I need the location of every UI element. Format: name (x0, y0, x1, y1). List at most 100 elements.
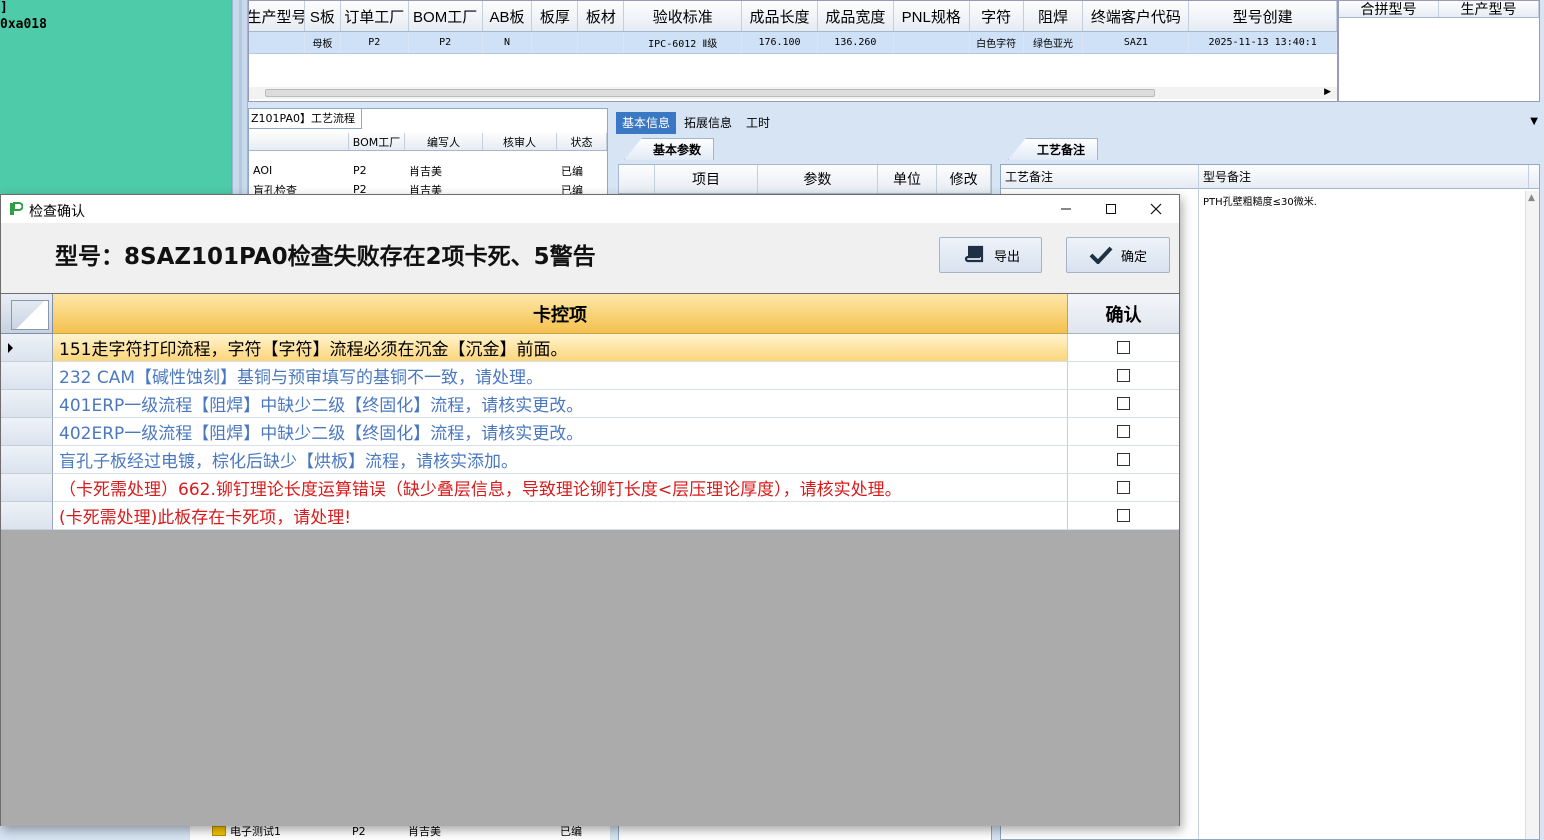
model-grid-cell (249, 32, 305, 53)
confirm-checkbox[interactable] (1117, 341, 1130, 354)
process-panel-title: Z101PA0】工艺流程 (249, 109, 362, 129)
param-row-header (619, 165, 655, 193)
confirm-cell (1068, 474, 1179, 502)
model-note-text[interactable]: PTH孔壁粗糙度≤30微米. (1203, 193, 1317, 208)
select-all-corner[interactable] (1, 294, 53, 334)
confirm-label: 确定 (1121, 249, 1148, 265)
maximize-button[interactable] (1088, 195, 1134, 223)
model-grid: 生产型号 S板 订单工厂 BOM工厂 AB板 板厚 板材 验收标准 成品长度 成品宽度 PNL规格字… (248, 0, 1338, 102)
confirm-checkbox[interactable] (1117, 369, 1130, 382)
book-icon (964, 245, 984, 263)
merge-grid: 合拼型号 生产型号 (1338, 0, 1540, 102)
confirm-cell (1068, 418, 1179, 446)
dialog-titlebar[interactable]: 检查确认 (1, 195, 1179, 223)
row-header[interactable] (1, 474, 53, 502)
model-grid-cell: 136.260 (818, 32, 894, 53)
check-confirm-dialog: 检查确认 型号：8SAZ101PA0检查失败存在2项卡死、5警告 导出 确定 卡… (0, 194, 1180, 826)
row-header[interactable] (1, 362, 53, 390)
horizontal-scrollbar[interactable]: ▶ (249, 87, 1337, 99)
minimize-button[interactable] (1043, 195, 1089, 223)
merge-grid-col-header[interactable]: 合拼型号 (1339, 1, 1439, 17)
model-grid-col-header[interactable]: BOM工厂 (409, 1, 483, 31)
check-result-heading: 型号：8SAZ101PA0检查失败存在2项卡死、5警告 (55, 244, 596, 270)
row-header[interactable] (1, 334, 53, 362)
check-item-row[interactable]: (卡死需处理)此板存在卡死项，请处理! (1, 502, 1179, 530)
tab-work-hours[interactable]: 工时 (740, 112, 776, 134)
check-item-text: 401ERP一级流程【阻焊】中缺少二级【终固化】流程，请核实更改。 (53, 390, 1068, 418)
confirm-checkbox[interactable] (1117, 481, 1130, 494)
notes-header: 工艺备注 型号备注 (1001, 165, 1539, 189)
model-grid-col-header[interactable]: 生产型号 (249, 1, 305, 31)
check-item-row[interactable]: 401ERP一级流程【阻焊】中缺少二级【终固化】流程，请核实更改。 (1, 390, 1179, 418)
check-item-row[interactable]: （卡死需处理）662.铆钉理论长度运算错误（缺少叠层信息，导致理论铆钉长度<层压… (1, 474, 1179, 502)
confirm-button[interactable]: 确定 (1066, 237, 1170, 273)
confirm-checkbox[interactable] (1117, 509, 1130, 522)
row-header[interactable] (1, 502, 53, 530)
app-icon (10, 202, 23, 215)
check-item-text: 盲孔子板经过电镀，棕化后缺少【烘板】流程，请核实添加。 (53, 446, 1068, 474)
confirm-checkbox[interactable] (1117, 453, 1130, 466)
model-grid-cell (578, 32, 625, 53)
current-row-arrow-icon (8, 343, 13, 353)
scroll-right-icon[interactable]: ▶ (1324, 87, 1331, 97)
model-grid-col-header[interactable]: 验收标准 (624, 1, 743, 31)
tab-extended-info[interactable]: 拓展信息 (678, 112, 738, 134)
scroll-up-icon[interactable]: ▲ (1528, 193, 1535, 203)
notes-scrollbar[interactable]: ▲ (1525, 191, 1539, 839)
confirm-cell (1068, 334, 1179, 362)
check-item-row[interactable]: 402ERP一级流程【阻焊】中缺少二级【终固化】流程，请核实更改。 (1, 418, 1179, 446)
col-header-control-item[interactable]: 卡控项 (53, 294, 1068, 334)
scrollbar-thumb[interactable] (265, 89, 1155, 97)
check-item-row[interactable]: 盲孔子板经过电镀，棕化后缺少【烘板】流程，请核实添加。 (1, 446, 1179, 474)
close-button[interactable] (1133, 195, 1179, 223)
model-grid-col-header[interactable]: 板厚 (532, 1, 579, 31)
confirm-cell (1068, 390, 1179, 418)
check-item-row[interactable]: 151走字符打印流程，字符【字符】流程必须在沉金【沉金】前面。 (1, 334, 1179, 362)
model-grid-col-header[interactable]: 板材 (578, 1, 625, 31)
check-item-row[interactable]: 232 CAM【碱性蚀刻】基铜与预审填写的基铜不一致，请处理。 (1, 362, 1179, 390)
model-grid-col-header[interactable]: PNL规格 (894, 1, 970, 31)
process-col-header[interactable]: BOM工厂 (349, 133, 405, 150)
param-col-header[interactable]: 单位 (878, 165, 938, 193)
dialog-title: 检查确认 (29, 203, 85, 219)
model-grid-cell: N (483, 32, 533, 53)
model-grid-col-header[interactable]: S板 (305, 1, 341, 31)
row-header[interactable] (1, 390, 53, 418)
model-grid-row[interactable]: 母板 P2 P2 N IPC-6012 Ⅱ级 176.100 136.260 白色字符 绿色亚光… (249, 32, 1337, 54)
export-label: 导出 (994, 249, 1021, 265)
row-header[interactable] (1, 446, 53, 474)
process-col-header[interactable]: 编写人 (405, 133, 483, 150)
model-grid-col-header[interactable]: 字符 (970, 1, 1024, 31)
model-grid-header: 生产型号 S板 订单工厂 BOM工厂 AB板 板厚 板材 验收标准 成品长度 成品宽度 PNL规格字… (249, 1, 1337, 32)
col-header-confirm[interactable]: 确认 (1068, 294, 1179, 334)
process-col-header[interactable]: 状态 (557, 133, 607, 150)
process-row[interactable]: AOI P2 肖吉美 已编 (249, 161, 607, 180)
model-grid-cell (894, 32, 970, 53)
model-grid-cell: 176.100 (742, 32, 818, 53)
folder-icon (212, 826, 226, 836)
tabs-dropdown-icon[interactable]: ▼ (1530, 116, 1538, 127)
model-grid-col-header[interactable]: 阻焊 (1024, 1, 1084, 31)
tab-basic-info[interactable]: 基本信息 (616, 112, 677, 134)
model-grid-cell: IPC-6012 Ⅱ级 (624, 32, 743, 53)
model-grid-col-header[interactable]: 订单工厂 (341, 1, 409, 31)
model-grid-col-header[interactable]: AB板 (483, 1, 533, 31)
model-grid-cell: 2025-11-13 13:40:1 (1189, 32, 1337, 53)
model-grid-col-header[interactable]: 成品长度 (742, 1, 818, 31)
param-col-header[interactable]: 项目 (655, 165, 759, 193)
merge-grid-col-header[interactable]: 生产型号 (1439, 1, 1539, 17)
process-col-header[interactable] (249, 133, 349, 150)
export-button[interactable]: 导出 (939, 237, 1042, 273)
confirm-checkbox[interactable] (1117, 425, 1130, 438)
row-header[interactable] (1, 418, 53, 446)
model-grid-col-header[interactable]: 终端客户代码 (1083, 1, 1190, 31)
model-grid-col-header[interactable]: 成品宽度 (818, 1, 894, 31)
param-col-header[interactable]: 修改 (937, 165, 992, 193)
param-col-header[interactable]: 参数 (758, 165, 878, 193)
confirm-checkbox[interactable] (1117, 397, 1130, 410)
process-col-header[interactable]: 核审人 (483, 133, 557, 150)
model-grid-col-header[interactable]: 型号创建 (1189, 1, 1337, 31)
minimize-icon (1061, 208, 1071, 210)
model-grid-cell: 绿色亚光 (1024, 32, 1084, 53)
check-item-text: (卡死需处理)此板存在卡死项，请处理! (53, 502, 1068, 530)
